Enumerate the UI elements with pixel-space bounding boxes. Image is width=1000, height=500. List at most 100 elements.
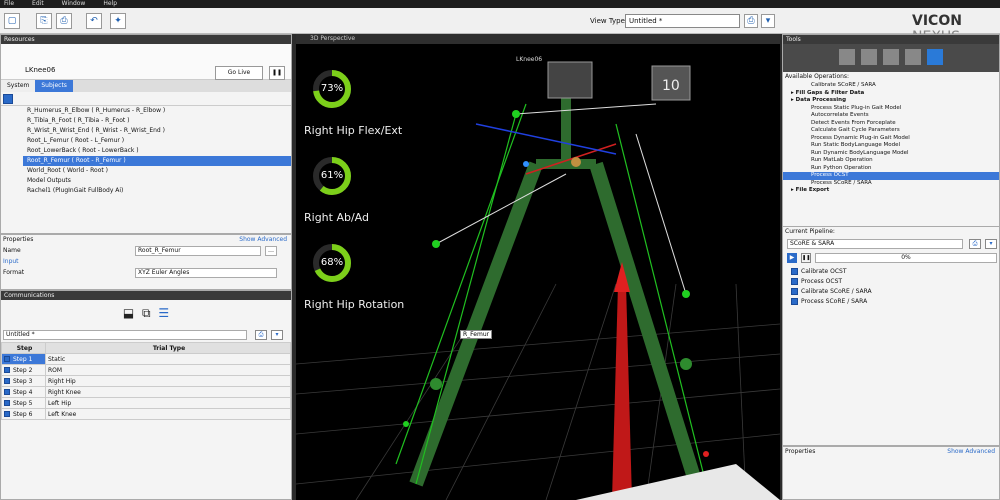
progress-bar: 0% — [815, 253, 997, 263]
table-row[interactable]: Step 2 ROM — [1, 364, 291, 376]
floor-grid — [296, 283, 780, 500]
operation-item[interactable]: Calculate Gait Cycle Parameters — [783, 127, 999, 135]
scene-svg: 10 — [296, 61, 780, 500]
operation-item[interactable]: Run MatLab Operation — [783, 157, 999, 165]
operation-item[interactable]: Run Static BodyLanguage Model — [783, 142, 999, 150]
tools-title: Tools — [783, 35, 999, 44]
operation-item[interactable]: Run Dynamic BodyLanguage Model — [783, 150, 999, 158]
table-row[interactable]: Step 6 Left Knee — [1, 408, 291, 420]
table-row[interactable]: Step 5 Left Hip — [1, 397, 291, 409]
name-label: Name — [3, 247, 21, 254]
view-type-label: View Type: — [590, 17, 628, 25]
operation-item[interactable]: ▸ Fill Gaps & Filter Data — [783, 90, 999, 98]
tool-icon[interactable]: ✦ — [110, 13, 126, 29]
operation-item[interactable]: Calibrate SCoRE / SARA — [783, 82, 999, 90]
resources-panel: Resources LKnee06 Go Live ❚❚ System Subj… — [0, 34, 292, 234]
tree-item[interactable]: Root_LowerBack ( Root - LowerBack ) — [23, 146, 291, 156]
operation-item[interactable]: Process SCoRE / SARA — [783, 180, 999, 188]
menu-bar: File Edit Window Help — [0, 0, 1000, 8]
pipeline-gear-icon[interactable] — [927, 49, 943, 65]
steps-table: Step Trial Type Step 1 Static Step 2 ROM S… — [1, 342, 291, 420]
save-icon[interactable]: ⎙ — [56, 13, 72, 29]
operation-item[interactable]: ▸ Data Processing — [783, 97, 999, 105]
tab-system[interactable]: System — [1, 80, 36, 92]
view-dropdown-icon[interactable]: ▾ — [761, 14, 775, 28]
menu-help[interactable]: Help — [103, 0, 117, 8]
operation-item[interactable]: ▸ File Export — [783, 187, 999, 195]
tree-item[interactable]: World_Root ( World - Root ) — [23, 166, 291, 176]
tree-item-model-outputs[interactable]: Model Outputs — [23, 176, 291, 186]
label-icon[interactable] — [883, 49, 899, 65]
properties-panel-left: Properties Show Advanced Name Root_R_Fem… — [0, 234, 292, 290]
pause-pipeline-icon[interactable]: ❚❚ — [801, 253, 811, 263]
communications-panel: Communications ⬓ ⧉ ☰ Untitled * ⎙ ▾ Step… — [0, 290, 292, 500]
play-icon[interactable]: ▶ — [787, 253, 797, 263]
input-section-label: Input — [3, 258, 19, 265]
undo-icon[interactable]: ↶ — [86, 13, 102, 29]
viewport-title: 3D Perspective — [296, 34, 780, 44]
tree-item[interactable]: R_Tibia_R_Foot ( R_Tibia - R_Foot ) — [23, 116, 291, 126]
gauge-value-hip-flex: 73% — [320, 83, 344, 94]
open-pipeline-icon[interactable]: ⬓ — [123, 306, 134, 320]
main-toolbar: ▢ ⎘ ⎙ ↶ ✦ View Type: Untitled * ⎙ ▾ VICO… — [0, 8, 1000, 45]
table-row[interactable]: Step 4 Right Knee — [1, 386, 291, 398]
more-icon[interactable]: … — [265, 246, 277, 256]
pipeline-item[interactable]: Process SCoRE / SARA — [787, 297, 999, 307]
properties-panel-right: Properties Show Advanced — [782, 446, 1000, 500]
save-current-pipeline-icon[interactable]: ⎙ — [969, 239, 981, 249]
show-advanced-link[interactable]: Show Advanced — [239, 235, 287, 245]
pipeline-item[interactable]: Calibrate OCST — [787, 267, 999, 277]
progress-text: 0% — [901, 254, 911, 261]
pipeline-item[interactable]: Calibrate SCoRE / SARA — [787, 287, 999, 297]
tree-item[interactable]: R_Humerus_R_Elbow ( R_Humerus - R_Elbow … — [23, 106, 291, 116]
save-view-icon[interactable]: ⎙ — [744, 14, 758, 28]
properties-title: Properties — [3, 236, 34, 243]
show-advanced-right-link[interactable]: Show Advanced — [947, 447, 995, 457]
camera-icon — [547, 61, 593, 99]
force-arrow — [612, 284, 632, 500]
tools-panel: Tools Available Operations: Calibrate SC… — [782, 34, 1000, 242]
subject-icon[interactable] — [861, 49, 877, 65]
copy-pipeline-icon[interactable]: ⧉ — [142, 306, 151, 320]
format-select[interactable]: XYZ Euler Angles — [135, 268, 277, 278]
col-step: Step — [1, 342, 46, 354]
current-pipeline-label: Current Pipeline: — [785, 228, 835, 235]
name-field[interactable]: Root_R_Femur — [135, 246, 261, 256]
viewport-3d[interactable]: 3D Perspective 10 LKnee06 R_Femur 73% Ri… — [296, 34, 780, 500]
table-row[interactable]: Step 1 Static — [1, 353, 291, 365]
go-live-button[interactable]: Go Live — [215, 66, 263, 80]
tree-item-subject[interactable]: Rachel1 (PlugInGait FullBody Ai) — [23, 186, 291, 196]
operation-item[interactable]: Run Python Operation — [783, 165, 999, 173]
operation-item[interactable]: Process Dynamic Plug-in Gait Model — [783, 135, 999, 143]
tag-icon[interactable] — [905, 49, 921, 65]
subject-tool-icon[interactable] — [3, 94, 13, 104]
communications-title: Communications — [1, 291, 291, 300]
open-icon[interactable]: ⎘ — [36, 13, 52, 29]
operation-item[interactable]: Process OCST — [783, 172, 999, 180]
col-trial-type: Trial Type — [45, 342, 291, 354]
properties-right-title: Properties — [785, 448, 816, 455]
tree-item[interactable]: R_Wrist_R_Wrist_End ( R_Wrist - R_Wrist_… — [23, 126, 291, 136]
format-label: Format — [3, 269, 25, 276]
current-pipeline-select[interactable]: SCoRE & SARA — [787, 239, 963, 249]
tool-icon[interactable] — [839, 49, 855, 65]
operation-item[interactable]: Detect Events From Forceplate — [783, 120, 999, 128]
tree-item-selected[interactable]: Root_R_Femur ( Root - R_Femur ) — [23, 156, 291, 166]
new-icon[interactable]: ▢ — [4, 13, 20, 29]
current-pipeline-dropdown-icon[interactable]: ▾ — [985, 239, 997, 249]
pipeline-select[interactable]: Untitled * — [3, 330, 247, 340]
tab-subjects[interactable]: Subjects — [35, 80, 73, 92]
menu-file[interactable]: File — [4, 0, 14, 8]
operation-item[interactable]: Process Static Plug-in Gait Model — [783, 105, 999, 113]
pipeline-item[interactable]: Process OCST — [787, 277, 999, 287]
operation-item[interactable]: Autocorrelate Events — [783, 112, 999, 120]
menu-edit[interactable]: Edit — [32, 0, 44, 8]
save-pipeline-icon[interactable]: ⎙ — [255, 330, 267, 340]
steps-list-icon[interactable]: ☰ — [158, 306, 169, 320]
menu-window[interactable]: Window — [62, 0, 86, 8]
view-type-select[interactable]: Untitled * — [625, 14, 740, 28]
pipeline-dropdown-icon[interactable]: ▾ — [271, 330, 283, 340]
pause-icon[interactable]: ❚❚ — [269, 66, 285, 80]
tree-item[interactable]: Root_L_Femur ( Root - L_Femur ) — [23, 136, 291, 146]
table-row[interactable]: Step 3 Right Hip — [1, 375, 291, 387]
